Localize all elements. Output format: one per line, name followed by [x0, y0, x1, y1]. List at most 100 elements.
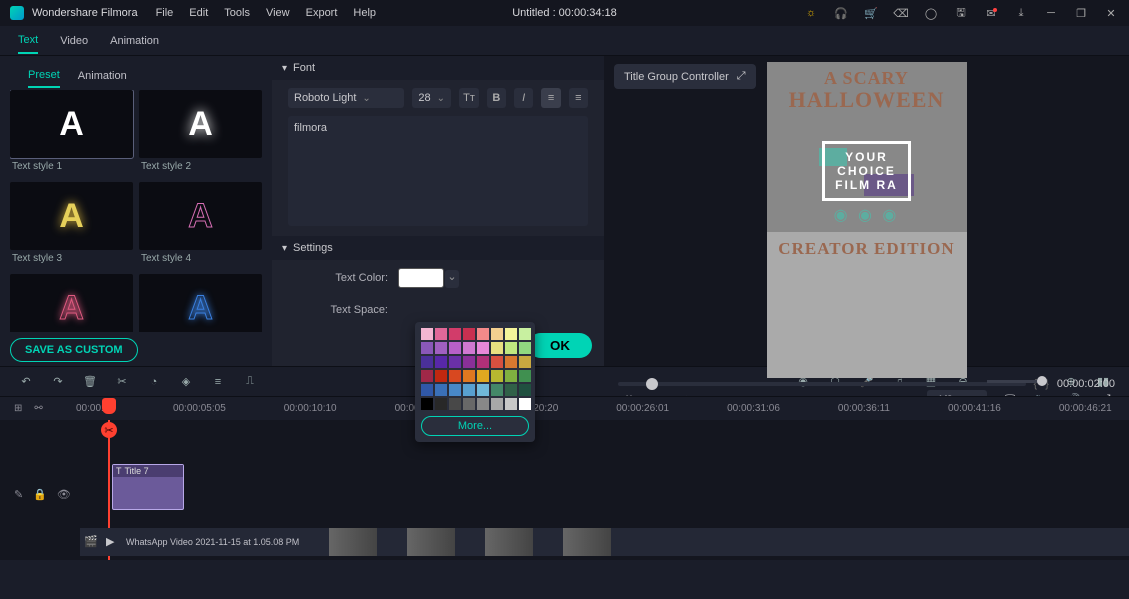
italic-icon[interactable]: I: [514, 88, 533, 108]
color-swatch[interactable]: [491, 384, 503, 396]
menu-tools[interactable]: Tools: [224, 7, 250, 19]
save-icon[interactable]: 🖫: [953, 5, 969, 21]
color-swatch[interactable]: [421, 356, 433, 368]
color-swatch[interactable]: [491, 370, 503, 382]
color-swatch[interactable]: [435, 342, 447, 354]
color-swatch[interactable]: [435, 384, 447, 396]
color-swatch[interactable]: [435, 328, 447, 340]
tips-icon[interactable]: ☼: [803, 5, 819, 21]
color-swatch[interactable]: [477, 356, 489, 368]
menu-help[interactable]: Help: [353, 7, 376, 19]
color-swatch[interactable]: [449, 328, 461, 340]
text-style-4[interactable]: A: [139, 182, 262, 250]
menu-view[interactable]: View: [266, 7, 290, 19]
color-swatch[interactable]: [421, 328, 433, 340]
text-style-6[interactable]: A: [139, 274, 262, 332]
audio-icon[interactable]: ⎍: [242, 374, 258, 390]
color-swatch[interactable]: [449, 356, 461, 368]
text-style-2[interactable]: A: [139, 90, 262, 158]
color-swatch[interactable]: [477, 398, 489, 410]
tab-animation[interactable]: Animation: [110, 29, 159, 53]
color-swatch[interactable]: [505, 384, 517, 396]
color-swatch[interactable]: [463, 370, 475, 382]
text-color-swatch[interactable]: [398, 268, 444, 288]
video-track[interactable]: 🎬 ▶ WhatsApp Video 2021-11-15 at 1.05.08…: [80, 528, 1129, 556]
color-swatch[interactable]: [449, 384, 461, 396]
color-swatch[interactable]: [421, 384, 433, 396]
color-swatch[interactable]: [519, 384, 531, 396]
color-swatch[interactable]: [491, 356, 503, 368]
color-swatch[interactable]: [477, 384, 489, 396]
cart-icon[interactable]: 🛒: [863, 5, 879, 21]
preview-scrubber[interactable]: [618, 382, 1026, 386]
align-right-icon[interactable]: ≡: [569, 88, 588, 108]
font-size-dropdown[interactable]: 28: [412, 88, 451, 108]
cut-icon[interactable]: ✂: [114, 374, 130, 390]
text-style-1[interactable]: A: [10, 90, 133, 158]
subtab-preset[interactable]: Preset: [28, 64, 60, 88]
bold-icon[interactable]: B: [487, 88, 506, 108]
redo-icon[interactable]: ↷: [50, 374, 66, 390]
more-colors-button[interactable]: More...: [421, 416, 529, 436]
color-swatch[interactable]: [477, 370, 489, 382]
color-swatch[interactable]: [463, 356, 475, 368]
color-swatch[interactable]: [421, 398, 433, 410]
color-swatch[interactable]: [505, 370, 517, 382]
minimize-icon[interactable]: ─: [1043, 5, 1059, 21]
save-as-custom-button[interactable]: SAVE AS CUSTOM: [10, 338, 138, 362]
menu-file[interactable]: File: [156, 7, 174, 19]
color-swatch[interactable]: [519, 356, 531, 368]
color-swatch[interactable]: [505, 328, 517, 340]
text-style-5[interactable]: A: [10, 274, 133, 332]
color-swatch[interactable]: [477, 342, 489, 354]
color-swatch[interactable]: [491, 342, 503, 354]
color-swatch[interactable]: [449, 370, 461, 382]
color-swatch[interactable]: [519, 398, 531, 410]
track-edit-icon[interactable]: ✎: [14, 488, 23, 501]
undo-icon[interactable]: ↶: [18, 374, 34, 390]
message-icon[interactable]: ✉: [983, 5, 999, 21]
support-icon[interactable]: 🎧: [833, 5, 849, 21]
color-swatch[interactable]: [421, 342, 433, 354]
color-swatch[interactable]: [505, 356, 517, 368]
settings-section-header[interactable]: Settings: [272, 236, 604, 260]
color-swatch[interactable]: [491, 398, 503, 410]
title-clip[interactable]: TTitle 7: [112, 464, 184, 510]
color-swatch[interactable]: [463, 328, 475, 340]
color-swatch[interactable]: [519, 328, 531, 340]
zoom-slider[interactable]: [987, 380, 1047, 383]
color-swatch[interactable]: [435, 356, 447, 368]
align-left-icon[interactable]: ≡: [541, 88, 560, 108]
close-icon[interactable]: ✕: [1103, 5, 1119, 21]
adjust-icon[interactable]: ≡: [210, 374, 226, 390]
text-case-icon[interactable]: Tт: [459, 88, 478, 108]
color-swatch[interactable]: [491, 328, 503, 340]
color-swatch[interactable]: [435, 398, 447, 410]
color-swatch[interactable]: [449, 342, 461, 354]
maximize-icon[interactable]: ❐: [1073, 5, 1089, 21]
color-swatch[interactable]: [449, 398, 461, 410]
gift-icon[interactable]: ⌫: [893, 5, 909, 21]
color-swatch[interactable]: [463, 384, 475, 396]
text-content-input[interactable]: filmora: [288, 116, 588, 226]
subtab-animation[interactable]: Animation: [78, 65, 127, 87]
text-style-3[interactable]: A: [10, 182, 133, 250]
color-swatch[interactable]: [477, 328, 489, 340]
color-swatch[interactable]: [435, 370, 447, 382]
preview-canvas[interactable]: A SCARY HALLOWEEN YOUR CHOICE FILM RA ◉ …: [767, 62, 967, 378]
color-swatch[interactable]: [519, 370, 531, 382]
menu-export[interactable]: Export: [306, 7, 338, 19]
ok-button[interactable]: OK: [528, 333, 592, 358]
track-lock-icon[interactable]: 🔒: [33, 488, 47, 501]
font-section-header[interactable]: Font: [272, 56, 604, 80]
track-add-icon[interactable]: ⊞: [14, 403, 22, 414]
download-icon[interactable]: ⤓: [1013, 5, 1029, 21]
color-swatch[interactable]: [519, 342, 531, 354]
color-swatch[interactable]: [505, 342, 517, 354]
crop-icon[interactable]: ◈: [178, 374, 194, 390]
color-swatch[interactable]: [421, 370, 433, 382]
tab-text[interactable]: Text: [18, 28, 38, 54]
title-group-controller-button[interactable]: Title Group Controller ⤢: [614, 64, 756, 89]
account-icon[interactable]: ◯: [923, 5, 939, 21]
link-icon[interactable]: ⚯: [34, 403, 42, 414]
